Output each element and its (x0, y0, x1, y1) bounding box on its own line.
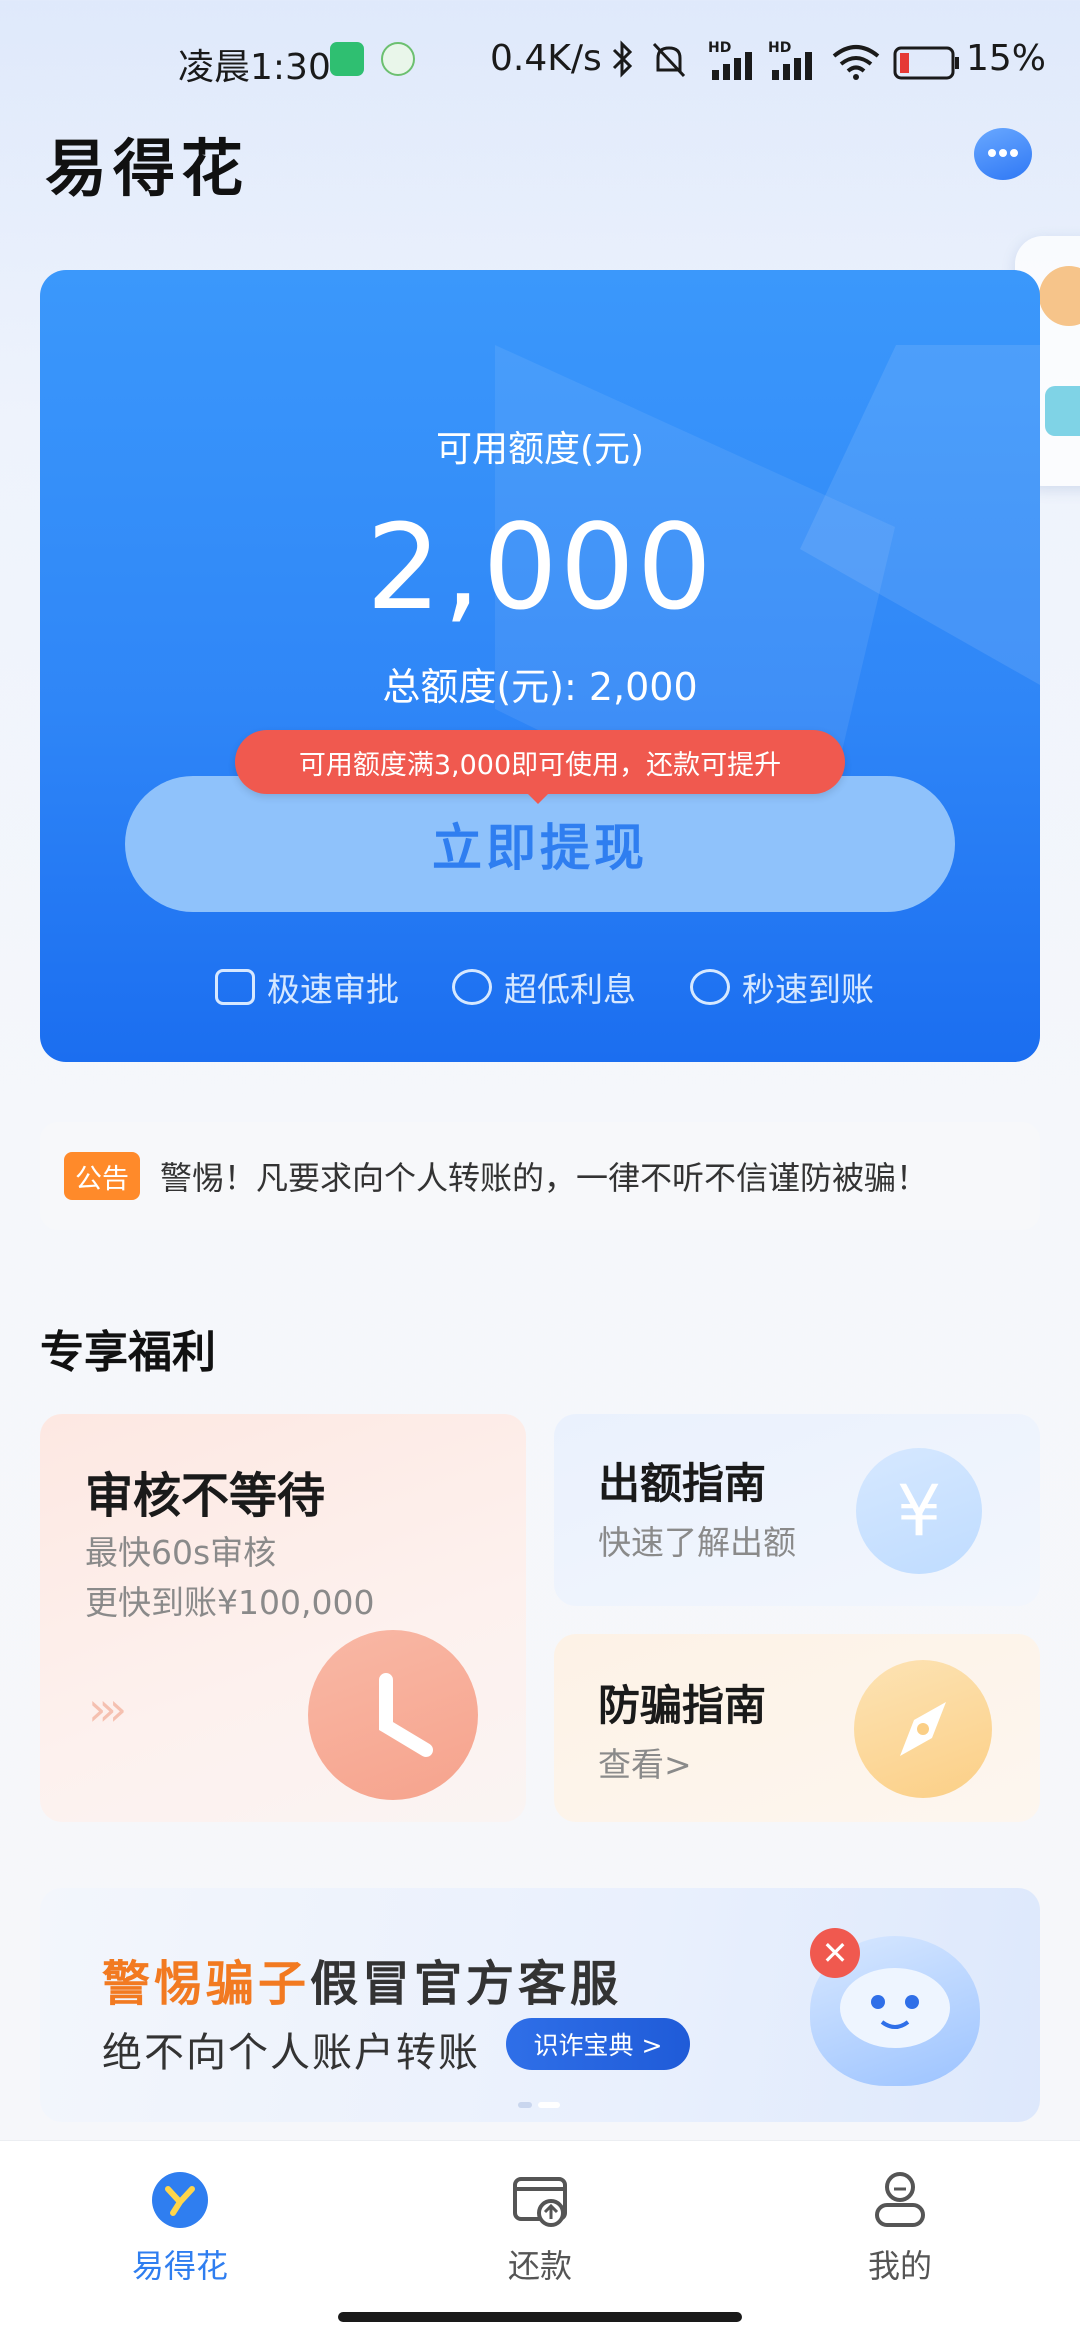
announcement-badge: 公告 (64, 1152, 140, 1200)
review-card-line1: 最快60s审核 (85, 1533, 277, 1572)
status-bar: 凌晨1:30 0.4K/s HD HD 15% (0, 0, 1080, 120)
nav-tab-mine[interactable]: 我的 (800, 2171, 1000, 2287)
approval-icon (215, 969, 255, 1005)
coins-icon (452, 969, 492, 1005)
amount-guide-title: 出额指南 (598, 1459, 767, 1508)
nav-tab-label: 还款 (507, 2247, 572, 2285)
announcement-text: 警惕！凡要求向个人转账的，一律不听不信谨防被骗！ (160, 1159, 929, 1197)
profile-icon (871, 2171, 929, 2229)
bluetooth-icon (612, 40, 633, 78)
shield-app-icon (330, 42, 364, 76)
feature-label: 极速审批 (267, 970, 399, 1009)
announcement-bar[interactable]: 公告 警惕！凡要求向个人转账的，一律不听不信谨防被骗！ (40, 1122, 1040, 1230)
feature-fast-approval: 极速审批 (215, 962, 399, 1012)
credit-limit-card: 可用额度(元) 2,000 总额度(元): 2,000 立即提现 可用额度满3,… (40, 270, 1040, 1062)
total-limit-text: 总额度(元): 2,000 (382, 665, 698, 709)
close-mark-icon: ✕ (810, 1928, 860, 1978)
limit-tip-bubble: 可用额度满3,000即可使用，还款可提升 (235, 730, 845, 794)
feature-label: 秒速到账 (742, 970, 874, 1009)
chat-bubble-icon (988, 149, 1018, 157)
compass-icon (854, 1660, 992, 1798)
withdraw-button-label: 立即提现 (432, 819, 648, 877)
home-logo-icon (151, 2171, 209, 2229)
coupon-icon[interactable] (1039, 266, 1080, 326)
anti-fraud-banner[interactable]: 警惕骗子假冒官方客服 绝不向个人账户转账 识诈宝典 > ✕ (40, 1888, 1040, 2122)
wifi-icon (832, 45, 880, 80)
clock-icon (308, 1630, 478, 1800)
available-limit-amount: 2,000 (366, 498, 714, 636)
status-time: 凌晨1:30 (178, 47, 331, 88)
banner-subtitle: 绝不向个人账户转账 (102, 2030, 480, 2076)
banner-headline-rest: 假冒官方客服 (310, 1956, 623, 2012)
carousel-dot (518, 2102, 532, 2108)
customer-service-button[interactable] (974, 128, 1032, 180)
available-limit-label: 可用额度(元) (435, 429, 645, 470)
mute-bell-icon (652, 42, 686, 78)
signal-2-icon (772, 52, 812, 80)
amount-guide-subtitle: 快速了解出额 (598, 1523, 796, 1562)
feature-label: 超低利息 (504, 970, 636, 1009)
home-indicator[interactable] (338, 2312, 742, 2322)
review-card-title: 审核不等待 (85, 1468, 326, 1524)
review-benefit-card[interactable]: 审核不等待 最快60s审核 更快到账¥100,000 ››› (40, 1414, 526, 1822)
signal-1-icon (712, 52, 752, 80)
chevrons-decoration-icon: ››› (88, 1682, 127, 1736)
nav-tab-label: 我的 (867, 2247, 932, 2285)
fraud-guide-button[interactable]: 识诈宝典 > (506, 2018, 690, 2070)
bottom-navigation: 易得花 还款 我的 (0, 2140, 1080, 2341)
battery-icon (893, 46, 959, 80)
power-app-icon (381, 42, 415, 76)
nav-tab-repay[interactable]: 还款 (440, 2171, 640, 2287)
nav-tab-home[interactable]: 易得花 (80, 2171, 280, 2287)
section-title-benefits: 专享福利 (40, 1327, 216, 1378)
banner-headline: 警惕骗子假冒官方客服 (102, 1944, 622, 2014)
banner-headline-warning: 警惕骗子 (102, 1956, 311, 2012)
nav-tab-label: 易得花 (131, 2247, 228, 2285)
feature-low-interest: 超低利息 (452, 962, 636, 1012)
anti-fraud-guide-title: 防骗指南 (598, 1681, 767, 1730)
network-speed: 0.4K/s (490, 38, 602, 79)
battery-percent: 15% (966, 38, 1047, 79)
review-card-line2: 更快到账¥100,000 (85, 1583, 375, 1622)
yen-icon: ¥ (856, 1448, 982, 1574)
feature-instant-arrival: 秒速到账 (690, 962, 874, 1012)
carousel-dot-active (538, 2102, 560, 2108)
wallet-upload-icon (511, 2171, 569, 2229)
promo-icon[interactable] (1045, 386, 1080, 436)
app-title: 易得花 (45, 132, 250, 205)
anti-fraud-guide-link[interactable]: 查看> (598, 1738, 692, 1786)
tip-bubble-tail (524, 790, 552, 804)
amount-guide-card[interactable]: 出额指南 快速了解出额 ¥ (554, 1414, 1040, 1606)
anti-fraud-guide-card[interactable]: 防骗指南 查看> (554, 1634, 1040, 1822)
clock-icon (690, 969, 730, 1005)
